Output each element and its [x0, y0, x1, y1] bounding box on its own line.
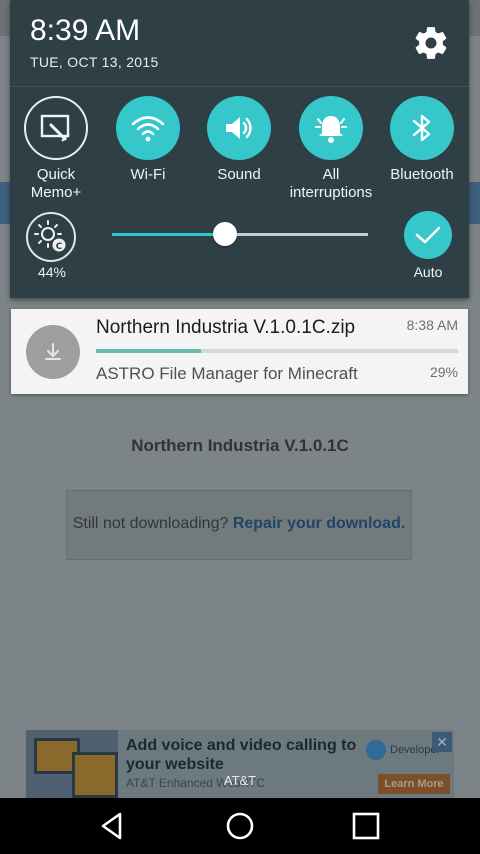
- brightness-slider[interactable]: [112, 222, 368, 246]
- toggle-wifi[interactable]: Wi-Fi: [100, 96, 196, 184]
- clock: 8:39 AM: [30, 14, 141, 47]
- home-icon[interactable]: [222, 808, 258, 844]
- notification-title: Northern Industria V.1.0.1C.zip: [96, 317, 356, 338]
- brightness-slider-thumb[interactable]: [212, 222, 237, 246]
- toggle-bluetooth[interactable]: Bluetooth: [374, 96, 470, 184]
- download-progress-bar: [96, 349, 458, 353]
- checkmark-icon: [415, 226, 441, 244]
- toggle-quick-memo[interactable]: Quick Memo+: [8, 96, 104, 202]
- auto-brightness-toggle[interactable]: [404, 211, 452, 259]
- brightness-percent: 44%: [37, 264, 67, 280]
- help-text: Still not downloading?: [72, 515, 229, 532]
- download-progress-fill: [96, 349, 201, 353]
- brightness-mode-icon[interactable]: C: [26, 212, 76, 262]
- notification-percent: 29%: [429, 364, 458, 380]
- wifi-label: Wi-Fi: [130, 166, 166, 183]
- bluetooth-label: Bluetooth: [390, 166, 454, 183]
- att-globe-icon: [366, 740, 386, 760]
- toggle-interruptions[interactable]: All interruptions: [283, 96, 379, 202]
- date: TUE, OCT 13, 2015: [30, 54, 159, 70]
- back-icon[interactable]: [94, 808, 130, 844]
- notification-shade: 8:39 AM TUE, OCT 13, 2015 Quick Memo+ Wi…: [10, 0, 469, 298]
- repair-download-link[interactable]: Repair your download.: [233, 515, 405, 532]
- bell-icon: [299, 96, 363, 160]
- notification-app-name: ASTRO File Manager for Minecraft: [96, 364, 358, 383]
- quick-memo-label: Quick Memo+: [30, 166, 82, 201]
- sound-icon: [207, 96, 271, 160]
- notification-time: 8:38 AM: [406, 317, 458, 333]
- auto-brightness-label: Auto: [413, 264, 443, 280]
- recents-icon[interactable]: [348, 808, 384, 844]
- carrier-label: AT&T: [223, 773, 257, 788]
- interruptions-label: All interruptions: [289, 166, 373, 201]
- toggle-sound[interactable]: Sound: [191, 96, 287, 184]
- sound-label: Sound: [217, 166, 261, 183]
- bluetooth-icon: [390, 96, 454, 160]
- shade-divider: [10, 86, 469, 87]
- navigation-bar: [0, 798, 480, 854]
- ad-headline: Add voice and video calling to your webs…: [126, 737, 357, 773]
- wifi-icon: [116, 96, 180, 160]
- quickmemo-icon: [24, 96, 88, 160]
- download-notification[interactable]: Northern Industria V.1.0.1C.zip 8:38 AM …: [11, 309, 468, 394]
- brightness-slider-fill: [112, 233, 225, 236]
- ad-close-button[interactable]: ✕: [432, 732, 452, 752]
- settings-gear-icon[interactable]: [412, 24, 450, 62]
- download-icon: [26, 325, 80, 379]
- svg-text:C: C: [56, 242, 63, 252]
- background-file-title: Northern Industria V.1.0.1C: [131, 436, 349, 455]
- repair-download-box: Still not downloading? Repair your downl…: [66, 490, 412, 560]
